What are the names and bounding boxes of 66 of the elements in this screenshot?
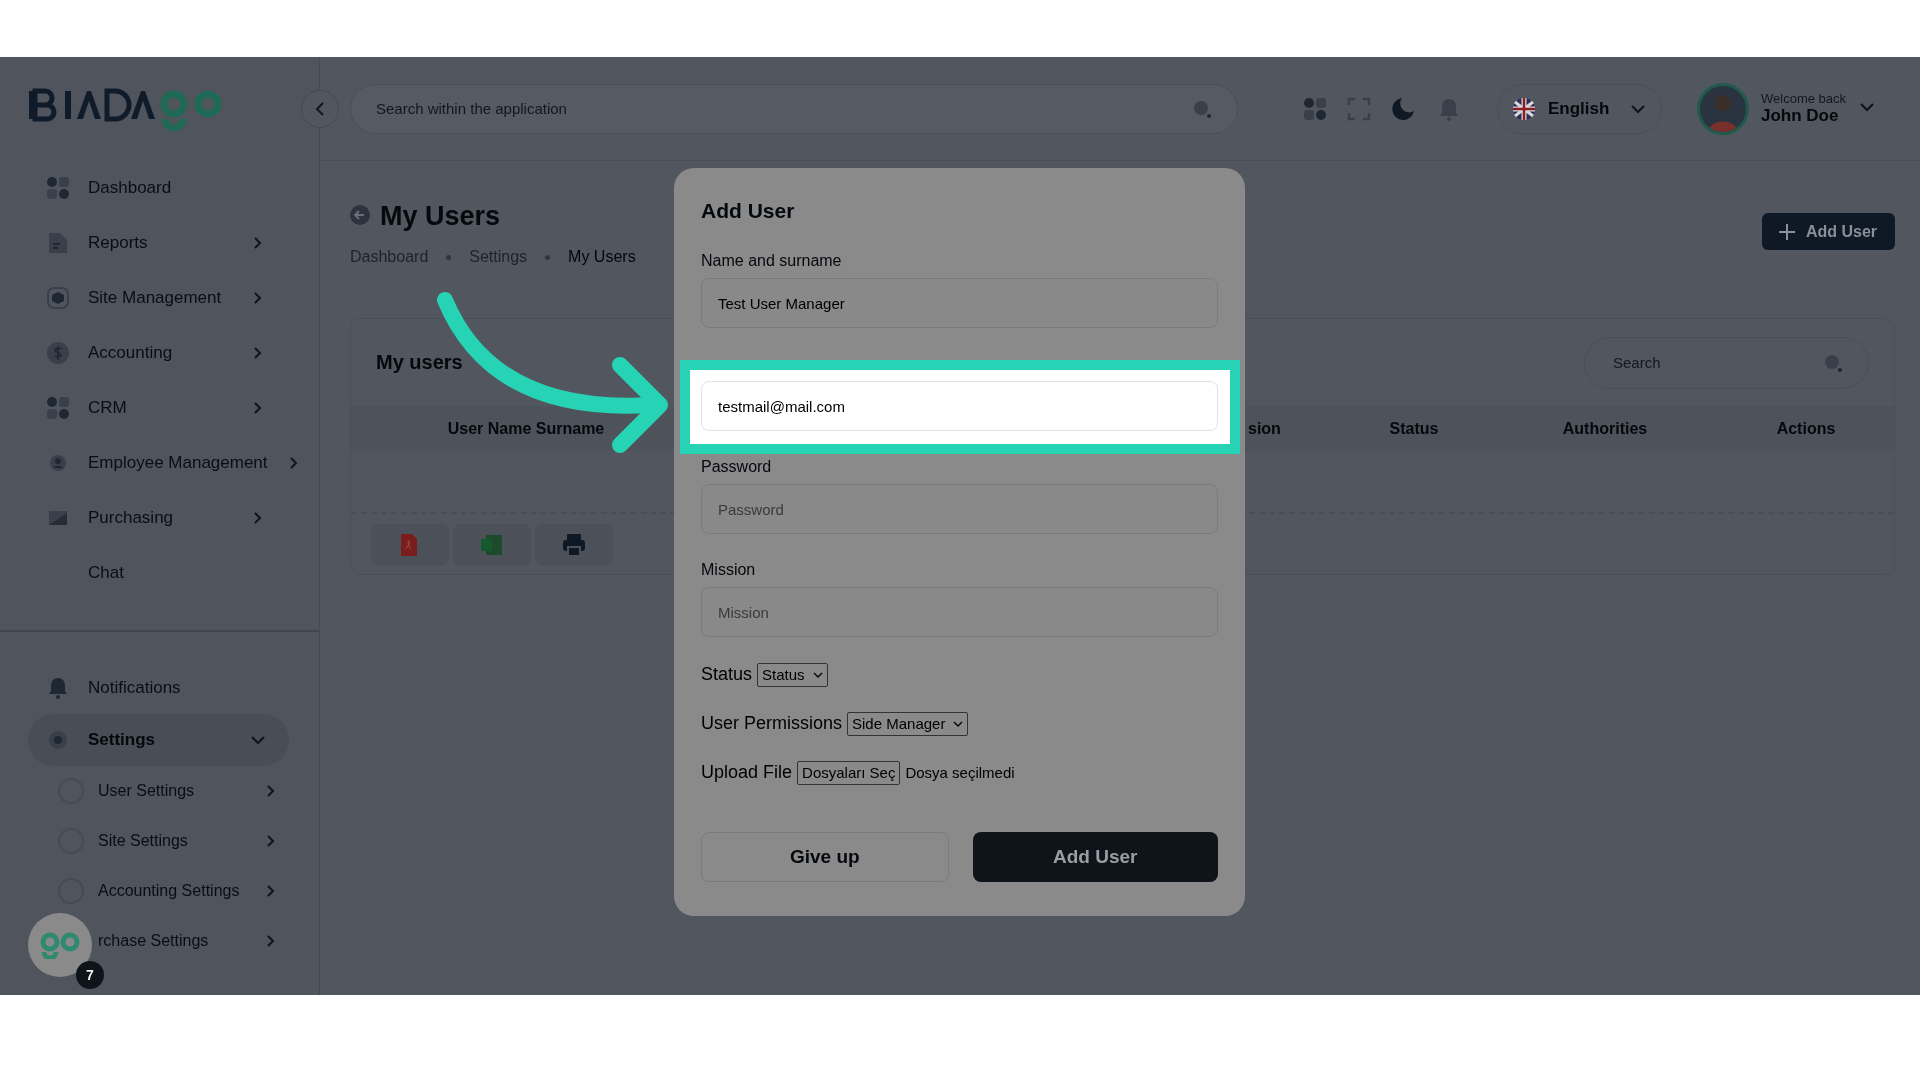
spreadsheet-icon [480,533,504,557]
column-header: Status [1389,419,1439,438]
sidebar-item[interactable]: Notifications [28,662,289,714]
search-field[interactable]: Search within the application [350,83,1238,134]
input-field[interactable]: Mission [701,587,1218,637]
sidebar-item[interactable]: Purchasing [0,490,319,545]
printer-icon [562,533,586,557]
bell-icon [46,676,70,700]
flag-icon [1512,96,1536,121]
language-selector[interactable]: English [1497,83,1662,134]
grid-icon [46,175,70,200]
select-field[interactable]: Status [757,662,828,687]
plus-icon [1777,222,1796,241]
apps-icon[interactable] [1303,96,1327,121]
breadcrumb-link[interactable]: My Users [568,248,636,266]
page-title: My Users [380,201,501,232]
sidebar-item[interactable]: Reports [0,215,319,270]
pdf-button[interactable] [371,524,449,566]
cube-icon [46,285,70,310]
sidebar-subitem[interactable]: Site Settings [0,816,319,866]
column-header: Actions [1776,419,1836,438]
spreadsheet-button[interactable] [453,524,531,566]
field-label: User Permissions [701,712,843,735]
grid-icon [46,395,70,420]
avatar[interactable] [1697,82,1749,135]
fullscreen-icon[interactable] [1347,96,1371,121]
user-name: John Doe [1761,106,1840,126]
cancel-button[interactable]: Give up [701,832,949,882]
bell-icon[interactable] [1437,96,1461,121]
column-header: sion [1248,419,1281,438]
document-icon [46,230,70,255]
sidebar-item[interactable]: CRM [0,380,319,435]
input-field[interactable]: Test User Manager [701,278,1218,328]
field-label: Password [701,458,773,476]
back-icon[interactable] [350,204,370,225]
sidebar-subitem[interactable]: Accounting Settings [0,866,319,916]
select-field[interactable]: Side Manager [847,711,969,736]
search-icon [1192,98,1212,119]
printer-button[interactable] [535,524,613,566]
file-status: Dosya seçilmedi [905,763,1015,783]
sidebar-subitem[interactable]: User Settings [0,766,319,816]
choose-file-button[interactable]: Dosyaları Seç [797,760,901,785]
sidebar-item[interactable]: Settings [28,714,289,766]
welcome-text: Welcome back [1761,91,1846,106]
dollar-icon [46,340,70,365]
sidebar-item[interactable]: Accounting [0,325,319,380]
add-user-button[interactable]: Add User [1761,213,1895,250]
logo-icon [40,931,80,959]
moon-icon[interactable] [1391,95,1417,122]
sidebar-item[interactable]: Dashboard [0,160,319,215]
card-title: My users [376,351,463,374]
sidebar-item[interactable]: Chat [0,545,319,600]
input-field[interactable]: testmail@mail.com [701,381,1218,431]
field-label: Status [701,663,753,686]
sidebar-item[interactable]: Site Management [0,270,319,325]
column-header: User Name Surname [447,419,605,438]
field-label: Mission [701,561,757,579]
search-icon [1823,352,1843,373]
input-field[interactable]: Password [701,484,1218,534]
chevron-left-icon [315,101,325,116]
field-label: Upload File [701,761,793,784]
sidebar-item[interactable]: Employee Management [0,435,319,490]
column-header: Authorities [1562,419,1648,438]
dialog-title: Add User [701,198,796,223]
add-user-button[interactable]: Add User [972,832,1218,882]
field-label: Name and surname [701,252,843,270]
